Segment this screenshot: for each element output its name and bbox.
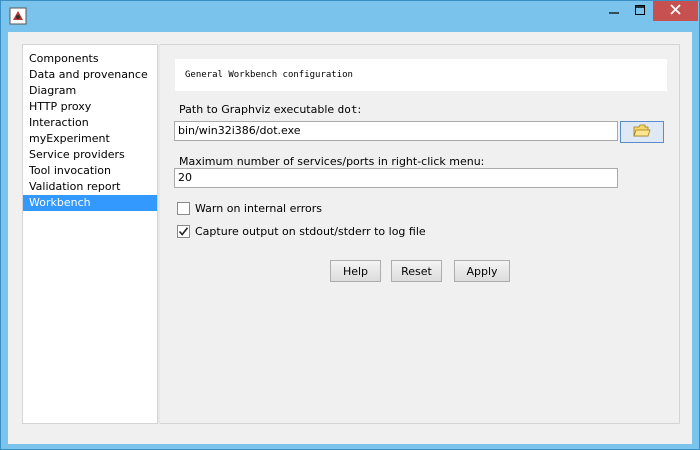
folder-open-icon xyxy=(633,124,651,141)
sidebar-item-service-providers[interactable]: Service providers xyxy=(23,147,157,163)
max-services-label: Maximum number of services/ports in righ… xyxy=(179,155,485,168)
sidebar-item-components[interactable]: Components xyxy=(23,51,157,67)
section-title: General Workbench configuration xyxy=(185,70,353,80)
checkmark-icon xyxy=(178,227,189,236)
max-services-input[interactable]: 20 xyxy=(174,168,618,188)
graphviz-path-input[interactable]: bin/win32i386/dot.exe xyxy=(174,121,618,141)
section-header: General Workbench configuration xyxy=(175,59,667,91)
close-button[interactable] xyxy=(653,1,698,21)
capture-output-checkbox[interactable] xyxy=(177,225,190,238)
graphviz-path-label-code: dot xyxy=(337,103,358,116)
sidebar-item-http-proxy[interactable]: HTTP proxy xyxy=(23,99,157,115)
title-bar[interactable] xyxy=(1,1,699,31)
sidebar-item-diagram[interactable]: Diagram xyxy=(23,83,157,99)
sidebar-item-data-and-provenance[interactable]: Data and provenance xyxy=(23,67,157,83)
graphviz-path-label-text: Path to Graphviz executable xyxy=(179,103,338,116)
warn-errors-label: Warn on internal errors xyxy=(195,202,322,215)
close-icon xyxy=(670,4,681,18)
app-window: Components Data and provenance Diagram H… xyxy=(0,0,700,450)
browse-button[interactable] xyxy=(620,121,664,143)
capture-output-label: Capture output on stdout/stderr to log f… xyxy=(195,225,426,238)
preferences-sidebar: Components Data and provenance Diagram H… xyxy=(22,44,158,424)
java-app-icon[interactable] xyxy=(9,7,27,25)
warn-errors-checkbox[interactable] xyxy=(177,202,190,215)
maximize-button[interactable] xyxy=(627,1,653,21)
preferences-panel: Components Data and provenance Diagram H… xyxy=(8,32,692,444)
minimize-icon xyxy=(609,4,619,18)
minimize-button[interactable] xyxy=(601,1,627,21)
capture-output-option[interactable]: Capture output on stdout/stderr to log f… xyxy=(177,225,426,238)
workbench-settings: General Workbench configuration Path to … xyxy=(160,44,680,424)
warn-errors-option[interactable]: Warn on internal errors xyxy=(177,202,322,215)
apply-button[interactable]: Apply xyxy=(454,260,510,282)
reset-button[interactable]: Reset xyxy=(391,260,442,282)
help-button[interactable]: Help xyxy=(330,260,381,282)
graphviz-path-label-suffix: : xyxy=(357,103,362,116)
sidebar-item-validation-report[interactable]: Validation report xyxy=(23,179,157,195)
sidebar-list: Components Data and provenance Diagram H… xyxy=(23,45,157,211)
maximize-icon xyxy=(635,4,645,18)
graphviz-path-label: Path to Graphviz executable dot: xyxy=(179,103,361,116)
sidebar-item-myexperiment[interactable]: myExperiment xyxy=(23,131,157,147)
sidebar-item-interaction[interactable]: Interaction xyxy=(23,115,157,131)
sidebar-item-tool-invocation[interactable]: Tool invocation xyxy=(23,163,157,179)
sidebar-item-workbench[interactable]: Workbench xyxy=(23,195,157,211)
